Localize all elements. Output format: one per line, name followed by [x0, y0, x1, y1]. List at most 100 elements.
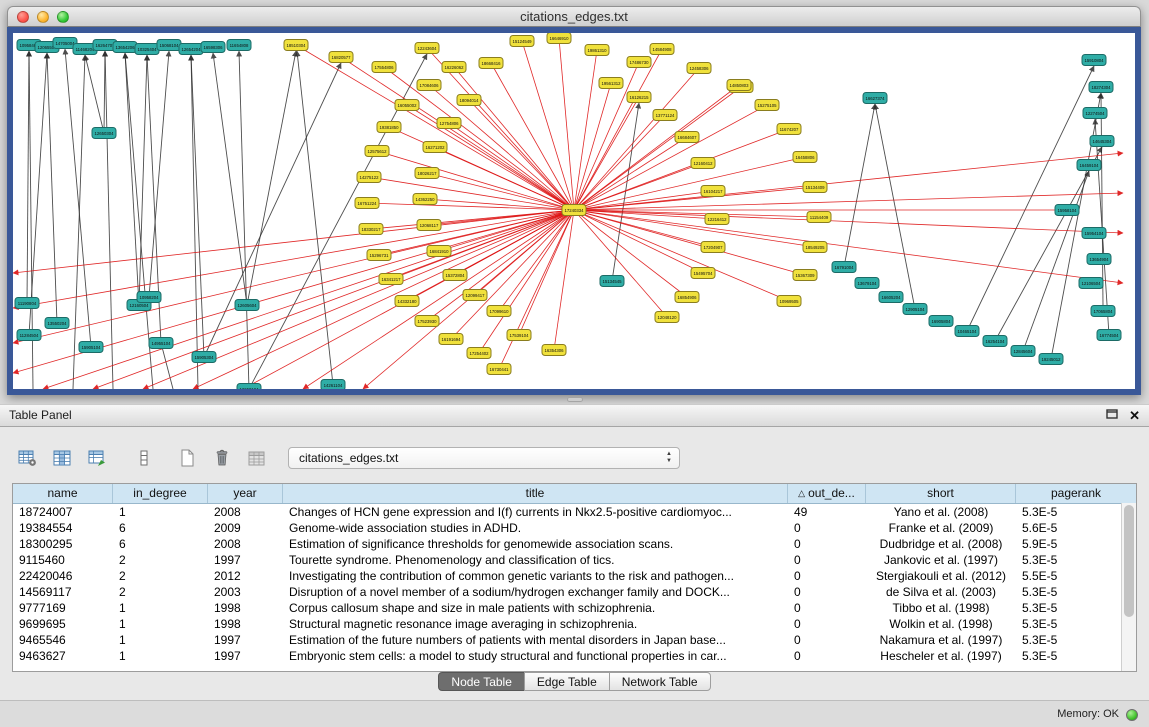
cell-out_degree[interactable]: 0: [788, 632, 866, 648]
cell-in_degree[interactable]: 2: [113, 584, 208, 600]
cell-in_degree[interactable]: 1: [113, 600, 208, 616]
table-row[interactable]: 1456911722003Disruption of a novel membe…: [13, 584, 1136, 600]
new-column-icon[interactable]: [176, 447, 198, 469]
column-header-short[interactable]: short: [866, 484, 1016, 503]
show-columns-icon[interactable]: [51, 447, 73, 469]
column-header-in_degree[interactable]: in_degree: [113, 484, 208, 503]
minimize-window-button[interactable]: [37, 11, 49, 23]
cell-pagerank[interactable]: 5.9E-5: [1016, 536, 1136, 552]
cell-year[interactable]: 2008: [208, 536, 283, 552]
cell-in_degree[interactable]: 1: [113, 616, 208, 632]
cell-pagerank[interactable]: 5.3E-5: [1016, 616, 1136, 632]
cell-in_degree[interactable]: 2: [113, 568, 208, 584]
cell-name[interactable]: 9463627: [13, 648, 113, 664]
cell-year[interactable]: 2012: [208, 568, 283, 584]
table-source-dropdown[interactable]: citations_edges.txt ▲▼: [288, 447, 680, 469]
cell-short[interactable]: Dudbridge et al. (2008): [866, 536, 1016, 552]
cell-short[interactable]: Yano et al. (2008): [866, 504, 1016, 520]
column-header-pagerank[interactable]: pagerank: [1016, 484, 1136, 503]
cell-year[interactable]: 2003: [208, 584, 283, 600]
cell-in_degree[interactable]: 2: [113, 552, 208, 568]
cell-short[interactable]: de Silva et al. (2003): [866, 584, 1016, 600]
zoom-window-button[interactable]: [57, 11, 69, 23]
cell-out_degree[interactable]: 0: [788, 520, 866, 536]
cell-in_degree[interactable]: 6: [113, 520, 208, 536]
cell-title[interactable]: Genome-wide association studies in ADHD.: [283, 520, 788, 536]
table-row[interactable]: 946554611997Estimation of the future num…: [13, 632, 1136, 648]
close-window-button[interactable]: [17, 11, 29, 23]
cell-year[interactable]: 1998: [208, 600, 283, 616]
table-row[interactable]: 977716911998Corpus callosum shape and si…: [13, 600, 1136, 616]
cell-out_degree[interactable]: 0: [788, 552, 866, 568]
cell-out_degree[interactable]: 0: [788, 600, 866, 616]
table-row[interactable]: 946362711997Embryonic stem cells: a mode…: [13, 648, 1136, 664]
cell-short[interactable]: Nakamura et al. (1997): [866, 632, 1016, 648]
cell-in_degree[interactable]: 1: [113, 632, 208, 648]
column-header-out_degree[interactable]: △out_de...: [788, 484, 866, 503]
cell-in_degree[interactable]: 1: [113, 648, 208, 664]
scrollbar-thumb[interactable]: [1124, 505, 1134, 617]
cell-pagerank[interactable]: 5.5E-5: [1016, 568, 1136, 584]
table-row[interactable]: 1938455462009Genome-wide association stu…: [13, 520, 1136, 536]
cell-in_degree[interactable]: 1: [113, 504, 208, 520]
cell-title[interactable]: Estimation of the future numbers of pati…: [283, 632, 788, 648]
cell-name[interactable]: 9777169: [13, 600, 113, 616]
cell-out_degree[interactable]: 0: [788, 648, 866, 664]
table-row[interactable]: 1830029562008Estimation of significance …: [13, 536, 1136, 552]
table-row[interactable]: 1872400712008Changes of HCN gene express…: [13, 504, 1136, 520]
cell-name[interactable]: 18300295: [13, 536, 113, 552]
table-row[interactable]: 911546021997Tourette syndrome. Phenomeno…: [13, 552, 1136, 568]
cell-title[interactable]: Investigating the contribution of common…: [283, 568, 788, 584]
network-canvas[interactable]: 1851030416820577175548061224360416226062…: [13, 33, 1135, 389]
column-header-title[interactable]: title: [283, 484, 788, 503]
network-window-titlebar[interactable]: citations_edges.txt: [7, 6, 1141, 27]
cell-out_degree[interactable]: 0: [788, 616, 866, 632]
cell-title[interactable]: Structural magnetic resonance image aver…: [283, 616, 788, 632]
cell-pagerank[interactable]: 5.3E-5: [1016, 600, 1136, 616]
edit-table-icon[interactable]: [87, 447, 109, 469]
cell-short[interactable]: Tibbo et al. (1998): [866, 600, 1016, 616]
cell-name[interactable]: 9115460: [13, 552, 113, 568]
import-table-icon[interactable]: [247, 447, 269, 469]
cell-name[interactable]: 9465546: [13, 632, 113, 648]
cell-title[interactable]: Estimation of significance thresholds fo…: [283, 536, 788, 552]
cell-out_degree[interactable]: 0: [788, 536, 866, 552]
cell-short[interactable]: Hescheler et al. (1997): [866, 648, 1016, 664]
cell-year[interactable]: 2008: [208, 504, 283, 520]
cell-title[interactable]: Changes of HCN gene expression and I(f) …: [283, 504, 788, 520]
cell-short[interactable]: Stergiakouli et al. (2012): [866, 568, 1016, 584]
panel-splitter[interactable]: [0, 395, 1149, 404]
table-row[interactable]: 2242004622012Investigating the contribut…: [13, 568, 1136, 584]
tab-node-table[interactable]: Node Table: [438, 672, 525, 691]
cell-short[interactable]: Wolkin et al. (1998): [866, 616, 1016, 632]
cell-title[interactable]: Disruption of a novel member of a sodium…: [283, 584, 788, 600]
delete-column-icon[interactable]: [211, 447, 233, 469]
tab-edge-table[interactable]: Edge Table: [524, 672, 610, 691]
table-row[interactable]: 969969511998Structural magnetic resonanc…: [13, 616, 1136, 632]
cell-year[interactable]: 1997: [208, 648, 283, 664]
cell-title[interactable]: Embryonic stem cells: a model to study s…: [283, 648, 788, 664]
cell-out_degree[interactable]: 0: [788, 584, 866, 600]
table-scrollbar[interactable]: [1121, 503, 1136, 671]
cell-short[interactable]: Jankovic et al. (1997): [866, 552, 1016, 568]
cell-name[interactable]: 14569117: [13, 584, 113, 600]
cell-out_degree[interactable]: 0: [788, 568, 866, 584]
table-mode-icon[interactable]: [16, 447, 38, 469]
cell-year[interactable]: 1998: [208, 616, 283, 632]
cell-name[interactable]: 9699695: [13, 616, 113, 632]
tab-network-table[interactable]: Network Table: [609, 672, 711, 691]
cell-title[interactable]: Tourette syndrome. Phenomenology and cla…: [283, 552, 788, 568]
cell-year[interactable]: 1997: [208, 552, 283, 568]
cell-pagerank[interactable]: 5.3E-5: [1016, 648, 1136, 664]
column-header-year[interactable]: year: [208, 484, 283, 503]
cell-title[interactable]: Corpus callosum shape and size in male p…: [283, 600, 788, 616]
cell-year[interactable]: 1997: [208, 632, 283, 648]
cell-name[interactable]: 18724007: [13, 504, 113, 520]
column-header-name[interactable]: name: [13, 484, 113, 503]
row-selector-icon[interactable]: [133, 447, 155, 469]
cell-pagerank[interactable]: 5.3E-5: [1016, 504, 1136, 520]
cell-short[interactable]: Franke et al. (2009): [866, 520, 1016, 536]
float-panel-icon[interactable]: [1106, 405, 1118, 426]
cell-pagerank[interactable]: 5.3E-5: [1016, 552, 1136, 568]
cell-in_degree[interactable]: 6: [113, 536, 208, 552]
